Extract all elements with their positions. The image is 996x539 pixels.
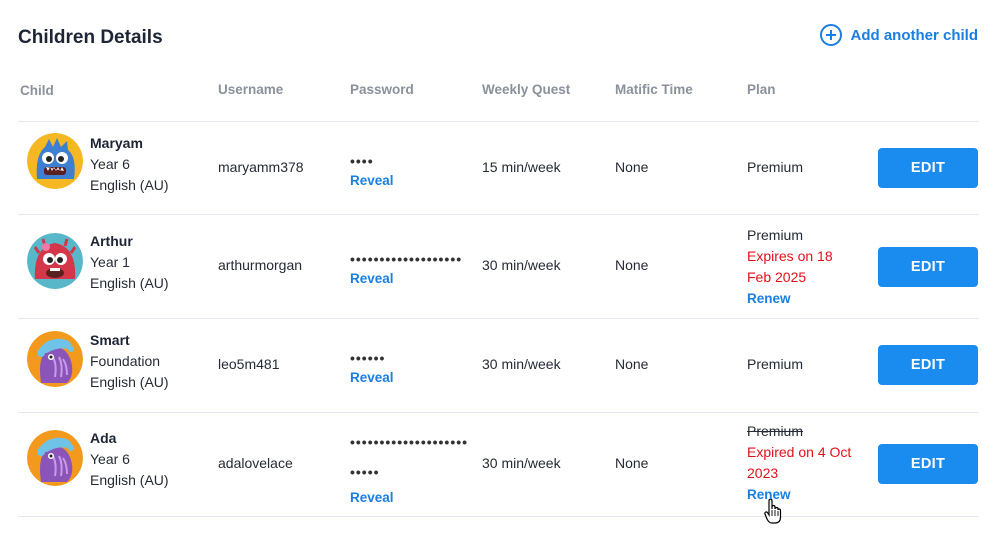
renew-link[interactable]: Renew xyxy=(747,288,857,309)
child-language: English (AU) xyxy=(90,177,169,193)
purple-monster-avatar xyxy=(27,430,83,486)
plan-value: Premium xyxy=(747,227,804,243)
child-year: Foundation xyxy=(90,353,161,369)
matific-time-value: None xyxy=(615,455,649,471)
username-value: adalovelace xyxy=(218,455,293,471)
child-name: Ada xyxy=(90,430,117,446)
reveal-link[interactable]: Reveal xyxy=(350,370,394,385)
column-header-weekly-quest: Weekly Quest xyxy=(482,82,571,97)
plan-value: Premium xyxy=(747,356,804,372)
password-masked: •••••••••••••••••••• xyxy=(350,434,469,450)
edit-button[interactable]: EDIT xyxy=(878,345,978,385)
table-row: Arthur Year 1 English (AU) arthurmorgan … xyxy=(18,215,978,319)
username-value: maryamm378 xyxy=(218,159,304,175)
weekly-quest-value: 30 min/week xyxy=(482,455,561,471)
column-header-username: Username xyxy=(218,82,284,97)
blue-monster-avatar xyxy=(27,133,83,189)
child-year: Year 6 xyxy=(90,156,130,172)
column-header-matific-time: Matific Time xyxy=(615,82,693,97)
child-language: English (AU) xyxy=(90,472,169,488)
plan-expiry-status: Expires on 18 Feb 2025 xyxy=(747,248,833,285)
edit-button[interactable]: EDIT xyxy=(878,444,978,484)
table-header: Child Username Password Weekly Quest Mat… xyxy=(18,80,978,122)
edit-button[interactable]: EDIT xyxy=(878,148,978,188)
column-header-plan: Plan xyxy=(747,82,776,97)
matific-time-value: None xyxy=(615,356,649,372)
add-another-child-label: Add another child xyxy=(850,26,979,44)
plus-circle-icon xyxy=(819,24,842,46)
child-language: English (AU) xyxy=(90,374,169,390)
child-name: Arthur xyxy=(90,233,133,249)
weekly-quest-value: 30 min/week xyxy=(482,257,561,273)
reveal-link[interactable]: Reveal xyxy=(350,490,468,505)
username-value: leo5m481 xyxy=(218,356,280,372)
weekly-quest-value: 30 min/week xyxy=(482,356,561,372)
password-masked: •••••• xyxy=(350,350,386,366)
page-title: Children Details xyxy=(18,27,163,48)
weekly-quest-value: 15 min/week xyxy=(482,159,561,175)
add-another-child-button[interactable]: Add another child xyxy=(819,24,979,46)
password-masked: •••• xyxy=(350,153,374,169)
reveal-link[interactable]: Reveal xyxy=(350,271,462,286)
column-header-password: Password xyxy=(350,82,414,97)
hand-pointer-cursor-icon xyxy=(764,499,782,524)
column-header-child: Child xyxy=(20,83,54,98)
child-language: English (AU) xyxy=(90,275,169,291)
plan-value: Premium xyxy=(747,159,804,175)
password-masked: ••••••••••••••••••• xyxy=(350,251,463,267)
plan-value: Premium xyxy=(747,423,804,439)
matific-time-value: None xyxy=(615,257,649,273)
children-table: Maryam Year 6 English (AU) maryamm378 ••… xyxy=(18,122,978,517)
child-name: Smart xyxy=(90,332,130,348)
table-row: Maryam Year 6 English (AU) maryamm378 ••… xyxy=(18,122,978,215)
red-monster-avatar xyxy=(27,233,83,289)
username-value: arthurmorgan xyxy=(218,257,303,273)
plan-expiry-status: Expired on 4 Oct 2023 xyxy=(747,444,852,481)
child-year: Year 1 xyxy=(90,254,130,270)
table-row: Smart Foundation English (AU) leo5m481 •… xyxy=(18,319,978,413)
table-row: Ada Year 6 English (AU) adalovelace ••••… xyxy=(18,413,978,517)
child-year: Year 6 xyxy=(90,451,130,467)
reveal-link[interactable]: Reveal xyxy=(350,173,394,188)
edit-button[interactable]: EDIT xyxy=(878,247,978,287)
purple-monster-avatar xyxy=(27,331,83,387)
matific-time-value: None xyxy=(615,159,649,175)
child-name: Maryam xyxy=(90,135,143,151)
password-masked-continued: ••••• xyxy=(350,464,380,480)
